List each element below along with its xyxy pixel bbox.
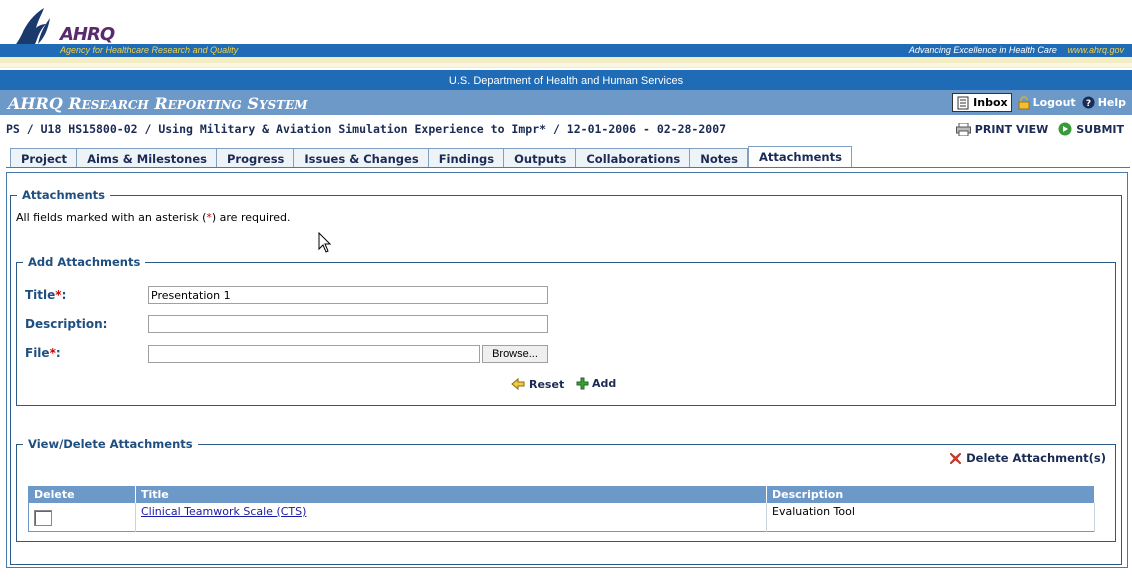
description-label: Description: [25, 317, 108, 331]
tab-outputs[interactable]: Outputs [503, 148, 576, 168]
system-title: AHRQ RESEARCH REPORTING SYSTEM [8, 94, 308, 113]
plus-icon [576, 377, 589, 390]
ahrq-url-link[interactable]: www.ahrq.gov [1067, 45, 1124, 55]
print-view-label: PRINT VIEW [974, 122, 1049, 136]
delete-attachments-button[interactable]: Delete Attachment(s) [949, 451, 1106, 465]
tab-bar: Project Aims & Milestones Progress Issue… [10, 146, 852, 168]
inbox-icon [957, 96, 969, 109]
title-cell: Clinical Teamwork Scale (CTS) [135, 502, 767, 531]
padlock-icon [1018, 95, 1030, 109]
add-label: Add [592, 377, 617, 390]
delete-attachments-label: Delete Attachment(s) [966, 451, 1106, 465]
tab-issues-changes[interactable]: Issues & Changes [293, 148, 428, 168]
help-button[interactable]: ? Help [1082, 96, 1126, 109]
tab-progress[interactable]: Progress [215, 148, 294, 168]
add-button[interactable]: Add [576, 377, 616, 390]
file-input[interactable] [148, 345, 480, 363]
tab-attachments[interactable]: Attachments [747, 146, 852, 168]
department-bar: U.S. Department of Health and Human Serv… [0, 70, 1132, 90]
tab-collaborations[interactable]: Collaborations [575, 148, 690, 168]
header-slogan: Advancing Excellence in Health Care www.… [909, 45, 1124, 55]
logout-label: Logout [1032, 96, 1076, 109]
tab-project[interactable]: Project [10, 148, 77, 168]
description-cell: Evaluation Tool [766, 502, 1095, 531]
reset-arrow-icon [511, 377, 525, 391]
inbox-label: Inbox [973, 96, 1008, 109]
submit-label: SUBMIT [1076, 122, 1124, 136]
svg-text:?: ? [1086, 99, 1091, 109]
print-view-button[interactable]: PRINT VIEW [955, 122, 1049, 136]
reset-label: Reset [529, 377, 565, 391]
tab-notes[interactable]: Notes [689, 148, 748, 168]
site-header: AHRQ Agency for Healthcare Research and … [0, 0, 1132, 68]
column-header-delete: Delete [28, 486, 136, 503]
system-bar: AHRQ RESEARCH REPORTING SYSTEM Inbox Log… [0, 90, 1132, 115]
browse-button[interactable]: Browse... [482, 345, 548, 363]
printer-icon [955, 122, 971, 136]
attachment-title-link[interactable]: Clinical Teamwork Scale (CTS) [141, 505, 306, 518]
help-icon: ? [1082, 96, 1095, 109]
attachments-table: Delete Title Description Clinical Teamwo… [28, 486, 1095, 532]
delete-checkbox[interactable] [34, 509, 52, 526]
inbox-button[interactable]: Inbox [952, 93, 1012, 112]
logout-button[interactable]: Logout [1018, 95, 1076, 110]
delete-cell [28, 502, 136, 531]
play-icon [1058, 122, 1072, 136]
view-delete-legend: View/Delete Attachments [28, 437, 193, 451]
tab-aims-milestones[interactable]: Aims & Milestones [76, 148, 216, 168]
column-header-description: Description [766, 486, 1095, 503]
mouse-cursor-icon [318, 232, 332, 253]
file-label: File*: [25, 346, 61, 360]
slogan-text: Advancing Excellence in Health Care [908, 45, 1057, 55]
system-nav: Inbox Logout ? Help [952, 93, 1126, 112]
table-header-row: Delete Title Description [28, 486, 1095, 503]
submit-button[interactable]: SUBMIT [1058, 122, 1124, 136]
required-note: All fields marked with an asterisk (*) a… [16, 211, 291, 224]
tab-findings[interactable]: Findings [427, 148, 504, 168]
title-input[interactable] [148, 286, 548, 304]
tab-underline [6, 167, 1130, 168]
table-row: Clinical Teamwork Scale (CTS) Evaluation… [28, 502, 1095, 531]
description-input[interactable] [148, 315, 548, 333]
page-actions: PRINT VIEW SUBMIT [955, 122, 1124, 136]
red-x-icon [949, 452, 962, 464]
attachments-legend: Attachments [22, 188, 105, 202]
add-attachments-legend: Add Attachments [28, 255, 141, 269]
breadcrumb: PS / U18 HS15800-02 / Using Military & A… [6, 122, 727, 136]
column-header-title: Title [135, 486, 767, 503]
header-gold-band-light [0, 63, 1132, 67]
ahrq-logo-text: AHRQ [60, 24, 115, 45]
title-label: Title*: [25, 288, 67, 302]
reset-button[interactable]: Reset [510, 377, 564, 391]
help-label: Help [1097, 96, 1126, 109]
agency-tagline: Agency for Healthcare Research and Quali… [60, 45, 239, 55]
